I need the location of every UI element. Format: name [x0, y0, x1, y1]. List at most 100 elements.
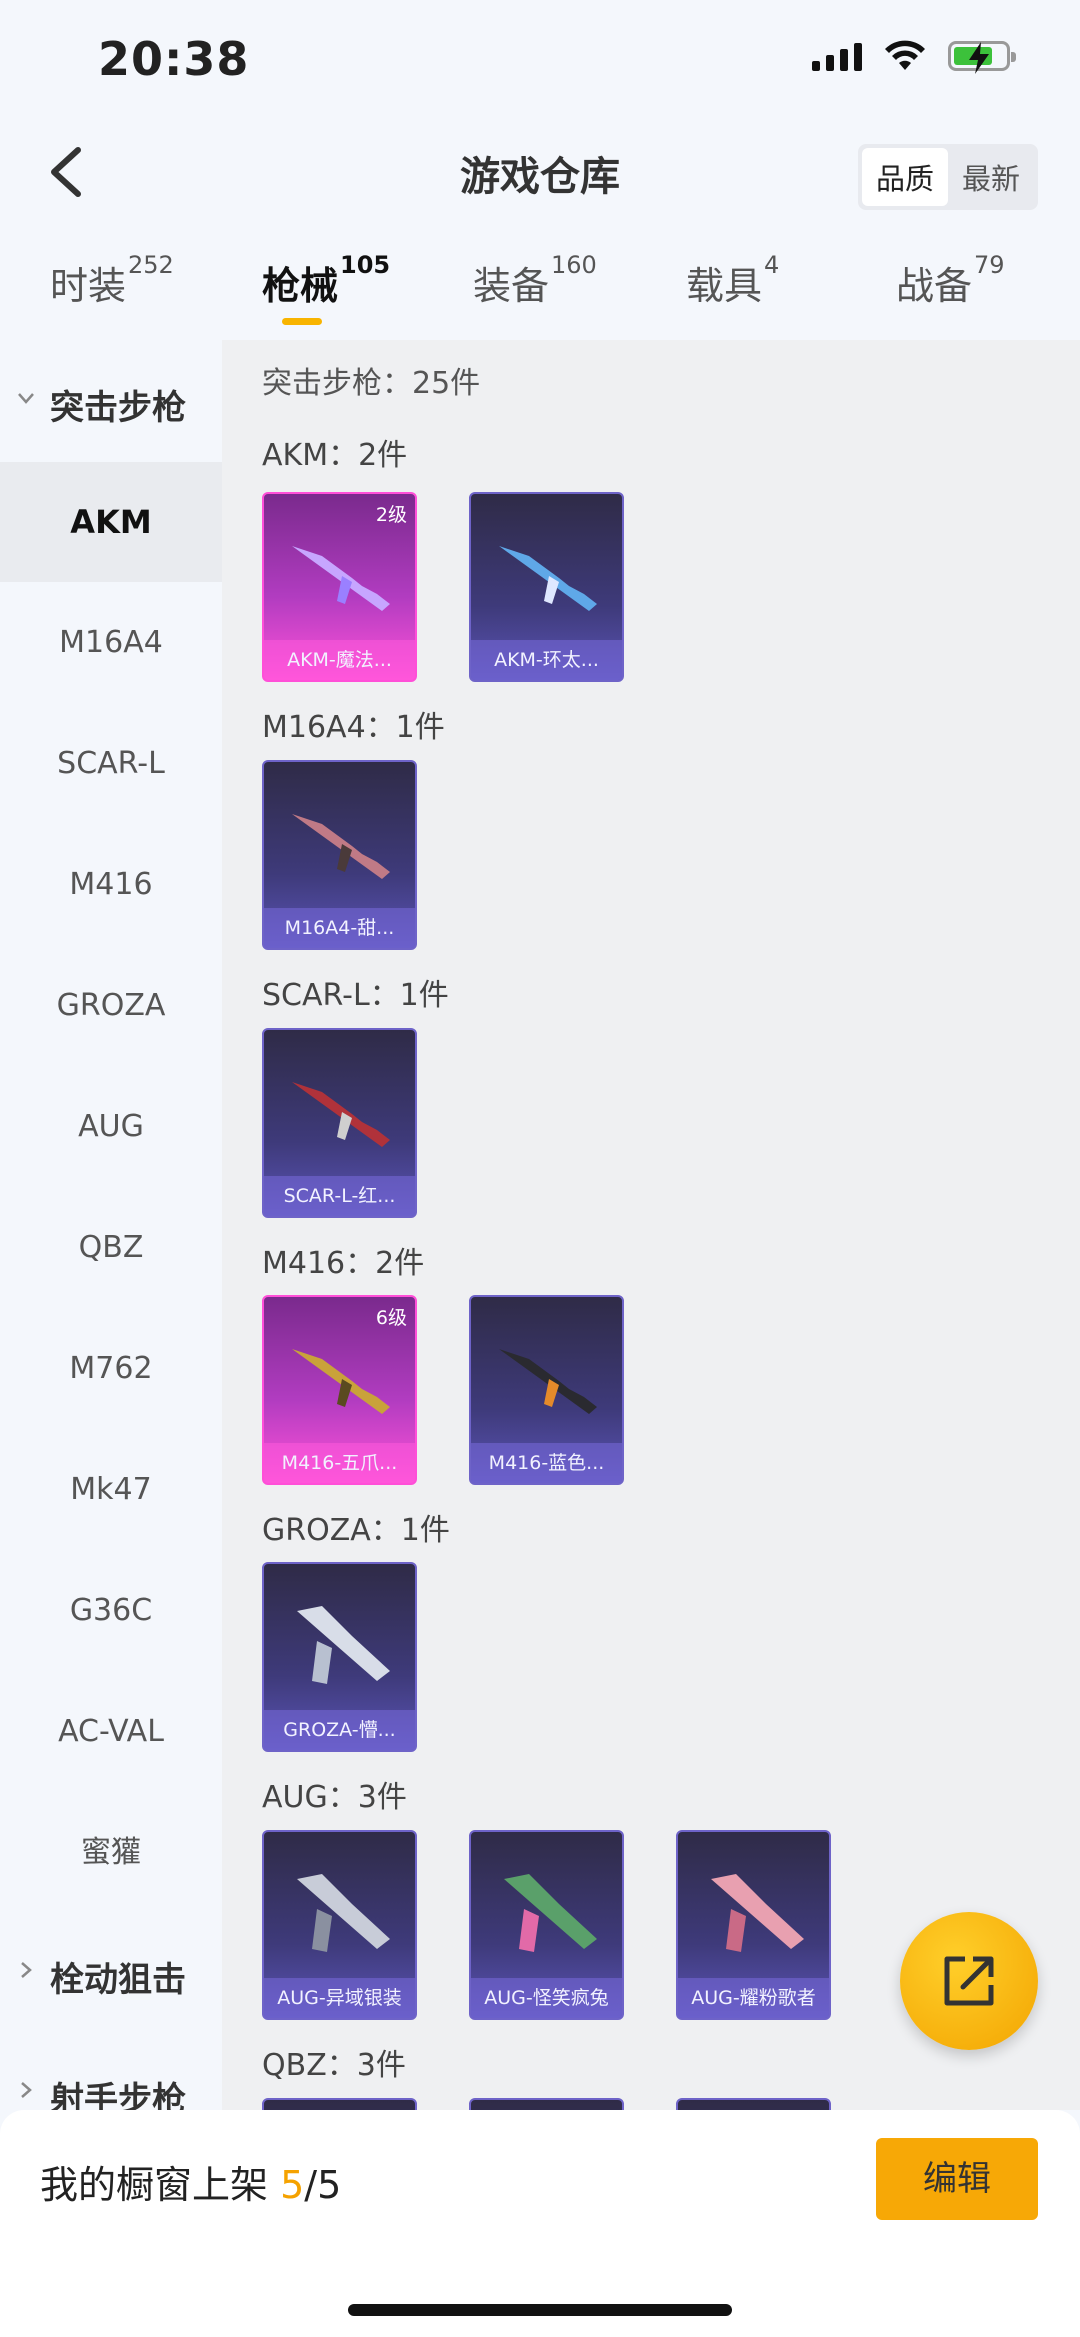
weapon-card[interactable] — [469, 2098, 624, 2110]
home-indicator[interactable] — [348, 2304, 732, 2316]
weapon-card[interactable]: AUG-耀粉歌者 — [676, 1830, 831, 2020]
status-icons — [812, 40, 1016, 74]
tab-vehicles[interactable]: 载具4 — [686, 251, 779, 310]
share-icon — [944, 1956, 994, 2006]
rifle-image — [292, 1082, 390, 1147]
group-label-groza: GROZA：1件 — [262, 1513, 450, 1548]
active-tab-indicator — [282, 318, 322, 325]
cellular-signal-icon — [812, 41, 862, 71]
rifle-image — [292, 546, 390, 611]
tab-count: 79 — [974, 251, 1005, 279]
weapon-card[interactable]: AUG-异域银装 — [262, 1830, 417, 2020]
sidebar-item-ac-val[interactable]: AC-VAL — [0, 1672, 222, 1792]
wifi-icon — [885, 40, 925, 70]
group-label-scar-l: SCAR-L：1件 — [262, 978, 449, 1013]
weapon-name: GROZA-懵... — [264, 1710, 415, 1750]
sidebar-item-g36c[interactable]: G36C — [0, 1551, 222, 1671]
tab-count: 252 — [128, 251, 174, 279]
tab-count: 160 — [551, 251, 597, 279]
weapon-card[interactable]: GROZA-懵... — [262, 1562, 417, 1752]
showcase-used-count: 5 — [280, 2163, 305, 2207]
rifle-image — [292, 1349, 390, 1414]
rifle-image — [499, 546, 597, 611]
weapon-card[interactable] — [676, 2098, 831, 2110]
sidebar-item-scar-l[interactable]: SCAR-L — [0, 704, 222, 824]
tab-count: 4 — [764, 251, 780, 279]
sidebar-item-qbz[interactable]: QBZ — [0, 1188, 222, 1308]
showcase-status: 我的橱窗上架 5/5 — [40, 2154, 341, 2209]
showcase-total-count: /5 — [304, 2163, 342, 2207]
sidebar-item-m16a4[interactable]: M16A4 — [0, 583, 222, 703]
showcase-label: 我的橱窗上架 — [40, 2163, 269, 2207]
tab-label: 枪械 — [262, 264, 339, 308]
chevron-right-icon — [21, 1962, 32, 1978]
category-bolt-action[interactable]: 栓动狙击 — [0, 1932, 222, 2022]
group-label-qbz: QBZ：3件 — [262, 2048, 406, 2083]
category-marksman-rifle[interactable]: 射手步枪 — [0, 2052, 222, 2110]
weapon-type-sidebar: 突击步枪 AKM M16A4 SCAR-L M416 GROZA AUG QBZ… — [0, 340, 222, 2110]
weapon-list[interactable]: 突击步枪：25件 AKM：2件 2级 AKM-魔法... AKM-环太... M… — [222, 340, 1080, 2110]
weapon-card[interactable]: 6级 M416-五爪... — [262, 1295, 417, 1485]
status-time: 20:38 — [98, 32, 250, 86]
sidebar-item-aug[interactable]: AUG — [0, 1067, 222, 1187]
weapon-card[interactable]: M416-蓝色... — [469, 1295, 624, 1485]
group-label-m416: M416：2件 — [262, 1246, 425, 1281]
weapon-name: AKM-环太... — [471, 640, 622, 680]
rifle-image — [504, 1874, 597, 1952]
tab-weapons[interactable]: 枪械105 — [262, 251, 390, 310]
weapon-name: AKM-魔法... — [264, 640, 415, 680]
tab-supplies[interactable]: 战备79 — [896, 251, 1005, 310]
battery-icon — [948, 41, 1016, 74]
sidebar-item-mk47[interactable]: Mk47 — [0, 1430, 222, 1550]
sort-quality-button[interactable]: 品质 — [861, 148, 948, 206]
chevron-right-icon — [21, 2082, 32, 2098]
group-label-akm: AKM：2件 — [262, 438, 408, 473]
weapon-card[interactable] — [262, 2098, 417, 2110]
sort-newest-button[interactable]: 最新 — [948, 148, 1034, 206]
category-assault-rifle[interactable]: 突击步枪 — [0, 360, 222, 450]
sidebar-item-akm[interactable]: AKM — [0, 462, 222, 582]
status-bar: 20:38 — [0, 0, 1080, 120]
weapon-card[interactable]: M16A4-甜... — [262, 760, 417, 950]
weapon-card[interactable]: AUG-怪笑疯兔 — [469, 1830, 624, 2020]
weapon-name: M16A4-甜... — [264, 908, 415, 948]
showcase-bar: 我的橱窗上架 5/5 编辑 — [0, 2110, 1080, 2337]
weapon-name: SCAR-L-红... — [264, 1176, 415, 1216]
sidebar-item-honey-badger[interactable]: 蜜獾 — [0, 1793, 222, 1913]
rifle-image — [711, 1874, 804, 1952]
weapon-card[interactable]: AKM-环太... — [469, 492, 624, 682]
rifle-image — [297, 1606, 390, 1684]
tab-label: 战备 — [896, 264, 973, 308]
weapon-card[interactable]: 2级 AKM-魔法... — [262, 492, 417, 682]
chevron-down-icon — [18, 393, 34, 404]
group-label-m16a4: M16A4：1件 — [262, 710, 445, 745]
nav-header: 游戏仓库 品质 最新 — [0, 130, 1080, 220]
weapon-name: AUG-耀粉歌者 — [678, 1978, 829, 2018]
weapon-name: M416-五爪... — [264, 1443, 415, 1483]
weapon-name: AUG-怪笑疯兔 — [471, 1978, 622, 2018]
rifle-image — [297, 1874, 390, 1952]
share-button[interactable] — [900, 1912, 1038, 2050]
rifle-image — [292, 814, 390, 879]
category-label: 突击步枪 — [50, 388, 186, 428]
section-heading: 突击步枪：25件 — [262, 366, 481, 401]
weapon-card[interactable]: SCAR-L-红... — [262, 1028, 417, 1218]
category-tabs: 时装252 枪械105 装备160 载具4 战备79 — [0, 251, 1080, 335]
sidebar-item-m416[interactable]: M416 — [0, 825, 222, 945]
weapon-name: M416-蓝色... — [471, 1443, 622, 1483]
sidebar-item-groza[interactable]: GROZA — [0, 946, 222, 1066]
tab-equipment[interactable]: 装备160 — [473, 251, 597, 310]
tab-count: 105 — [340, 251, 391, 279]
category-label: 射手步枪 — [50, 2080, 186, 2110]
sort-toggle: 品质 最新 — [857, 144, 1038, 210]
group-label-aug: AUG：3件 — [262, 1780, 407, 1815]
weapon-name: AUG-异域银装 — [264, 1978, 415, 2018]
category-label: 栓动狙击 — [50, 1960, 186, 2000]
edit-button[interactable]: 编辑 — [876, 2138, 1038, 2220]
tab-label: 装备 — [473, 264, 550, 308]
tab-label: 载具 — [686, 264, 763, 308]
sidebar-item-m762[interactable]: M762 — [0, 1309, 222, 1429]
rifle-image — [499, 1349, 597, 1414]
tab-fashion[interactable]: 时装252 — [50, 251, 174, 310]
tab-label: 时装 — [50, 264, 127, 308]
